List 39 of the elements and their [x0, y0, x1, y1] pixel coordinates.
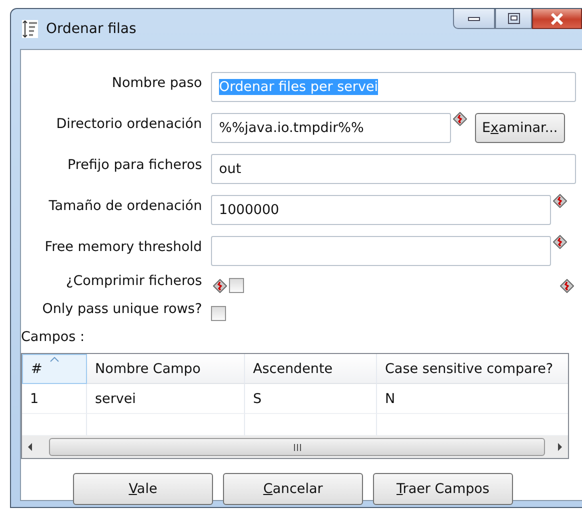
minimize-button[interactable] — [453, 9, 495, 29]
scroll-thumb[interactable] — [49, 438, 545, 456]
horizontal-scrollbar[interactable] — [22, 436, 568, 458]
field-label: Only pass unique rows? — [41, 301, 203, 317]
text-field[interactable]: 1000000 — [211, 194, 551, 224]
field-label: Directorio ordenación — [55, 116, 203, 132]
column-header[interactable]: # — [22, 354, 87, 384]
dialog-button[interactable]: Vale — [73, 473, 213, 505]
field-label: Prefijo para ficheros — [66, 156, 203, 172]
text-field[interactable]: out — [211, 154, 576, 184]
sort-icon — [22, 20, 38, 38]
checkbox[interactable] — [229, 278, 244, 292]
column-header[interactable]: Ascendente — [245, 354, 377, 384]
text-field[interactable]: %%java.io.tmpdir%% — [211, 112, 451, 142]
grip-icon — [292, 444, 302, 450]
minimize-icon — [468, 16, 480, 22]
window-title: Ordenar filas — [46, 21, 136, 37]
scroll-left-icon — [27, 443, 33, 451]
table-cell: N — [377, 384, 568, 414]
scroll-right-icon — [557, 443, 563, 451]
checkbox[interactable] — [211, 306, 226, 320]
column-header[interactable]: Nombre Campo — [87, 354, 245, 384]
table-cell: 1 — [22, 384, 87, 414]
text-field[interactable] — [211, 236, 551, 266]
browse-button[interactable]: Examinar... — [475, 112, 565, 142]
field-label: ¿Comprimir ficheros — [65, 273, 203, 289]
sort-caret-icon — [50, 357, 59, 362]
close-icon — [550, 12, 564, 24]
field-label: Free memory threshold — [44, 238, 203, 254]
field-label: Tamaño de ordenación — [48, 198, 203, 214]
maximize-button[interactable] — [495, 9, 532, 29]
close-button[interactable] — [532, 9, 582, 29]
dialog-button[interactable]: Traer Campos — [373, 473, 513, 505]
table-cell: servei — [87, 384, 245, 414]
table-cell: S — [245, 384, 377, 414]
maximize-icon — [508, 13, 520, 24]
field-label: Nombre paso — [110, 74, 203, 90]
section-label: Campos : — [21, 329, 86, 345]
dialog-button[interactable]: Cancelar — [223, 473, 363, 505]
